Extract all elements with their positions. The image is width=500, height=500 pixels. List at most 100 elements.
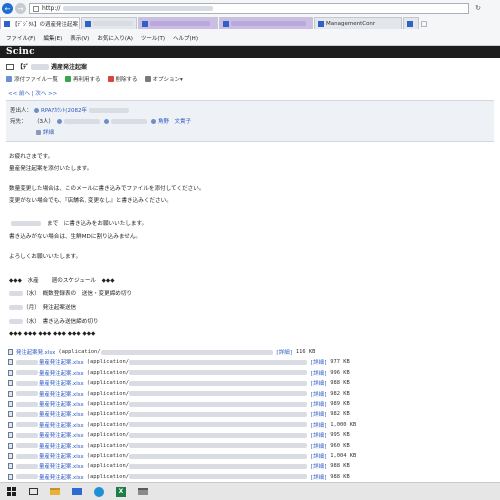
excel-icon[interactable]: X xyxy=(110,483,132,500)
menu-favorites[interactable]: お気に入り(A) xyxy=(97,34,133,42)
attachment-mime: (application/ xyxy=(86,411,129,418)
tab-6[interactable] xyxy=(403,17,419,29)
address-bar[interactable]: http:// xyxy=(29,3,469,14)
prev-next-nav[interactable]: << 前へ | 次へ >> xyxy=(8,89,57,97)
tab-2[interactable] xyxy=(81,17,137,29)
ie-page-icon xyxy=(85,20,91,27)
attachment-detail-link[interactable]: [詳細] xyxy=(310,400,327,408)
tab-strip: 【ﾃﾞｼﾞﾀﾙ】の週産発注起案 ManagementConr □ xyxy=(0,17,500,30)
body-line: お疲れさまです。 xyxy=(9,154,54,160)
attachment-filename[interactable]: 量産発注起案.xlsx xyxy=(39,379,84,387)
tab-management[interactable]: ManagementConr xyxy=(314,17,402,29)
printer-icon[interactable] xyxy=(132,483,154,500)
mime-redacted xyxy=(128,453,307,459)
attachment-filename[interactable]: 量産発注起案.xlsx xyxy=(39,410,84,418)
delete-button[interactable]: 削除する xyxy=(107,75,138,83)
menu-file[interactable]: ファイル(F) xyxy=(6,34,35,42)
filename-redacted xyxy=(16,401,38,407)
attachment-detail-link[interactable]: [詳細] xyxy=(276,348,293,356)
sender-redacted xyxy=(88,107,129,113)
attachment-detail-link[interactable]: [詳細] xyxy=(310,421,327,429)
attachment-row: 量産発注起案.xlsx (application/ [詳細] 982 KB xyxy=(8,410,350,418)
ie-page-icon xyxy=(142,20,148,27)
file-explorer-icon[interactable] xyxy=(44,483,66,500)
attachment-size: 982 KB xyxy=(330,411,350,418)
person-icon xyxy=(104,118,109,124)
menu-view[interactable]: 表示(V) xyxy=(70,34,89,42)
body-line-schedule: （月） 発注起案送信 xyxy=(9,303,76,311)
recipient-redacted[interactable] xyxy=(64,118,100,124)
attachment-detail-link[interactable]: [詳細] xyxy=(310,369,327,377)
back-arrow-icon[interactable]: ← xyxy=(2,3,13,14)
attachment-row: 量産発注起案.xlsx (application/ [詳細] 996 KB xyxy=(8,369,350,377)
attachment-filename[interactable]: 量産発注起案.xlsx xyxy=(39,442,84,450)
tab-3[interactable] xyxy=(138,17,218,29)
filename-redacted xyxy=(16,411,38,417)
recipients-row: 宛先： （3人） 角野 文貴子 xyxy=(10,117,191,125)
attachment-list-button[interactable]: 添付ファイル一覧 xyxy=(6,75,58,83)
mime-redacted xyxy=(128,432,307,438)
delete-icon xyxy=(107,76,114,82)
body-line: 変更がない場合でも、『店舗名, 変更なし』と書き込みください。 xyxy=(9,198,172,204)
attachment-filename[interactable]: 発注起案発.xlsx xyxy=(16,348,55,356)
body-line: 量産発注起案を添付いたします。 xyxy=(9,166,93,172)
attachment-row: 発注起案発.xlsx (application/ [詳細] 116 KB xyxy=(8,348,315,356)
recipient-redacted[interactable] xyxy=(111,118,147,124)
reuse-button[interactable]: 再利用する xyxy=(65,75,101,83)
attachment-detail-link[interactable]: [詳細] xyxy=(310,379,327,387)
attachment-detail-link[interactable]: [詳細] xyxy=(310,390,327,398)
filename-redacted xyxy=(16,370,38,376)
menu-help[interactable]: ヘルプ(H) xyxy=(173,34,198,42)
attachment-filename[interactable]: 量産発注起案.xlsx xyxy=(39,358,84,366)
attachment-detail-link[interactable]: [詳細] xyxy=(310,410,327,418)
attachment-mime: (application/ xyxy=(58,349,101,355)
attachment-filename[interactable]: 量産発注起案.xlsx xyxy=(39,462,84,470)
sender-label: 差出人： xyxy=(10,108,33,114)
body-line: 書き込みがない場合は、生鮮MDに割り込みません。 xyxy=(9,234,142,240)
options-button[interactable]: オプション▾ xyxy=(144,75,183,83)
attachment-filename[interactable]: 量産発注起案.xlsx xyxy=(39,400,84,408)
refresh-icon[interactable]: ↻ xyxy=(473,4,483,13)
attachment-detail-link[interactable]: [詳細] xyxy=(310,442,327,450)
attachment-filename[interactable]: 量産発注起案.xlsx xyxy=(39,452,84,460)
attachment-row: 量産発注起案.xlsx (application/ [詳細] 1,000 KB xyxy=(8,421,356,429)
excel-file-icon xyxy=(8,411,13,418)
excel-file-icon xyxy=(8,463,13,470)
schedule-text: （水） 概数登録表の 送信・変更締め切り xyxy=(23,291,133,297)
recipient-link[interactable]: 角野 文貴子 xyxy=(158,117,191,125)
attachment-filename[interactable]: 量産発注起案.xlsx xyxy=(39,390,84,398)
attachment-detail-link[interactable]: [詳細] xyxy=(310,431,327,439)
body-line: まで に書き込みをお願いいたします。 xyxy=(47,221,148,227)
attachment-filename[interactable]: 量産発注起案.xlsx xyxy=(39,431,84,439)
excel-file-icon xyxy=(8,401,13,407)
attachment-detail-link[interactable]: [詳細] xyxy=(310,473,327,481)
excel-file-icon xyxy=(8,349,13,355)
mime-redacted xyxy=(128,401,307,407)
attachment-detail-link[interactable]: [詳細] xyxy=(310,452,327,460)
tab-mail[interactable]: 【ﾃﾞｼﾞﾀﾙ】の週産発注起案 xyxy=(0,17,80,29)
attachment-detail-link[interactable]: [詳細] xyxy=(310,462,327,470)
attachment-detail-link[interactable]: [詳細] xyxy=(310,358,327,366)
attachment-size: 988 KB xyxy=(330,463,350,470)
task-view-icon[interactable] xyxy=(22,483,44,500)
browser-chrome: ← → http:// ↻ 【ﾃﾞｼﾞﾀﾙ】の週産発注起案 Management… xyxy=(0,0,500,46)
details-link[interactable]: 詳細 xyxy=(43,128,54,136)
attachment-mime: (application/ xyxy=(86,432,129,439)
windows-start-icon[interactable] xyxy=(0,483,22,500)
menu-edit[interactable]: 編集(E) xyxy=(43,34,62,42)
attachment-filename[interactable]: 量産発注起案.xlsx xyxy=(39,421,84,429)
menu-tools[interactable]: ツール(T) xyxy=(141,34,165,42)
sender-link[interactable]: RPAｱｶｳﾝﾄ(2082年 xyxy=(41,106,87,114)
windows-taskbar: X xyxy=(0,482,500,500)
edge-browser-icon[interactable] xyxy=(88,483,110,500)
new-tab-icon[interactable]: □ xyxy=(420,17,428,30)
attachment-filename[interactable]: 量産発注起案.xlsx xyxy=(39,369,84,377)
excel-file-icon xyxy=(8,473,13,480)
mail-app-icon[interactable] xyxy=(66,483,88,500)
forward-arrow-icon[interactable]: → xyxy=(15,3,26,14)
excel-file-icon xyxy=(8,421,13,428)
attachment-filename[interactable]: 量産発注起案.xlsx xyxy=(39,473,84,481)
tab-4[interactable] xyxy=(219,17,313,29)
attachment-mime: (application/ xyxy=(86,421,129,428)
sender-row: 差出人： RPAｱｶｳﾝﾄ(2082年 xyxy=(10,106,129,114)
